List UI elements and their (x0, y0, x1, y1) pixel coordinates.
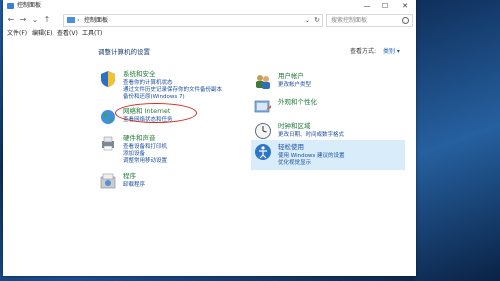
minimize-button[interactable]: — (360, 0, 374, 12)
search-input[interactable]: 搜索控制面板 (326, 14, 413, 27)
control-panel-window: 控制面板 — ☐ ✕ ← → ⌄ ↑ › 控制面板 ⌄ ↻ 搜索控制面板 文件(… (3, 0, 416, 276)
chevron-down-icon[interactable]: ⌄ (305, 15, 310, 26)
breadcrumb-separator: › (77, 17, 80, 24)
menu-file[interactable]: 文件(F) (7, 28, 27, 39)
link-optimize-display[interactable]: 优化视觉显示 (278, 160, 311, 167)
shield-icon (101, 71, 115, 87)
desktop-background-right (415, 0, 500, 281)
clock-icon (255, 123, 271, 139)
category-title-appearance[interactable]: 外观和个性化 (278, 98, 317, 107)
address-field[interactable]: › 控制面板 ⌄ ↻ (63, 14, 323, 27)
menu-edit[interactable]: 编辑(E) (32, 28, 52, 39)
address-bar-row: ← → ⌄ ↑ › 控制面板 ⌄ ↻ 搜索控制面板 (3, 12, 416, 28)
forward-button[interactable]: → (18, 15, 28, 25)
page-title: 调整计算机的设置 (98, 48, 150, 56)
globe-icon (101, 110, 115, 124)
category-title-system[interactable]: 系统和安全 (123, 70, 156, 79)
link-recommended-settings[interactable]: 使用 Windows 建议的设置 (278, 153, 345, 160)
up-button[interactable]: ↑ (42, 15, 52, 25)
category-title-clock[interactable]: 时钟和区域 (278, 122, 311, 131)
users-icon (256, 75, 270, 89)
view-by-label: 查看方式: (350, 48, 377, 55)
link-uninstall-program[interactable]: 卸载程序 (123, 182, 145, 189)
printer-icon (102, 136, 114, 151)
menu-tools[interactable]: 工具(T) (82, 28, 102, 39)
close-button[interactable]: ✕ (398, 0, 412, 12)
category-title-hardware[interactable]: 硬件和声音 (123, 134, 156, 143)
link-add-device[interactable]: 添加设备 (123, 151, 145, 158)
title-bar[interactable]: 控制面板 — ☐ ✕ (3, 0, 416, 12)
appearance-icon (254, 100, 271, 113)
category-title-users[interactable]: 用户帐户 (278, 72, 304, 81)
ease-of-access-icon (255, 144, 271, 160)
back-button[interactable]: ← (6, 15, 16, 25)
window-title: 控制面板 (17, 2, 42, 9)
maximize-button[interactable]: ☐ (378, 0, 392, 12)
link-change-account-type[interactable]: 更改帐户类型 (278, 82, 311, 89)
link-backup-restore[interactable]: 备份和还原(Windows 7) (123, 94, 185, 101)
programs-icon (100, 173, 116, 189)
menu-view[interactable]: 查看(V) (57, 28, 78, 39)
search-placeholder: 搜索控制面板 (331, 17, 368, 24)
control-panel-icon (67, 17, 75, 23)
annotation-circle (115, 103, 197, 123)
category-title-ease[interactable]: 轻松使用 (278, 143, 304, 152)
link-mobility-settings[interactable]: 调整常用移动设置 (123, 158, 167, 165)
category-title-programs[interactable]: 程序 (123, 172, 136, 181)
link-file-history[interactable]: 通过文件历史记录保存你的文件备份副本 (123, 87, 222, 94)
link-date-time-format[interactable]: 更改日期、时间或数字格式 (278, 132, 344, 139)
breadcrumb-control-panel[interactable]: 控制面板 (84, 15, 108, 26)
menu-bar: 文件(F) 编辑(E) 查看(V) 工具(T) (3, 28, 416, 39)
refresh-icon[interactable]: ↻ (314, 15, 320, 26)
search-icon[interactable] (402, 17, 409, 24)
recent-locations-button[interactable]: ⌄ (30, 15, 40, 25)
control-panel-icon (7, 3, 14, 9)
view-by-dropdown[interactable]: 类别 ▾ (383, 47, 400, 57)
link-devices-printers[interactable]: 查看设备和打印机 (123, 144, 167, 151)
link-computer-status[interactable]: 查看你的计算机状态 (123, 80, 173, 87)
